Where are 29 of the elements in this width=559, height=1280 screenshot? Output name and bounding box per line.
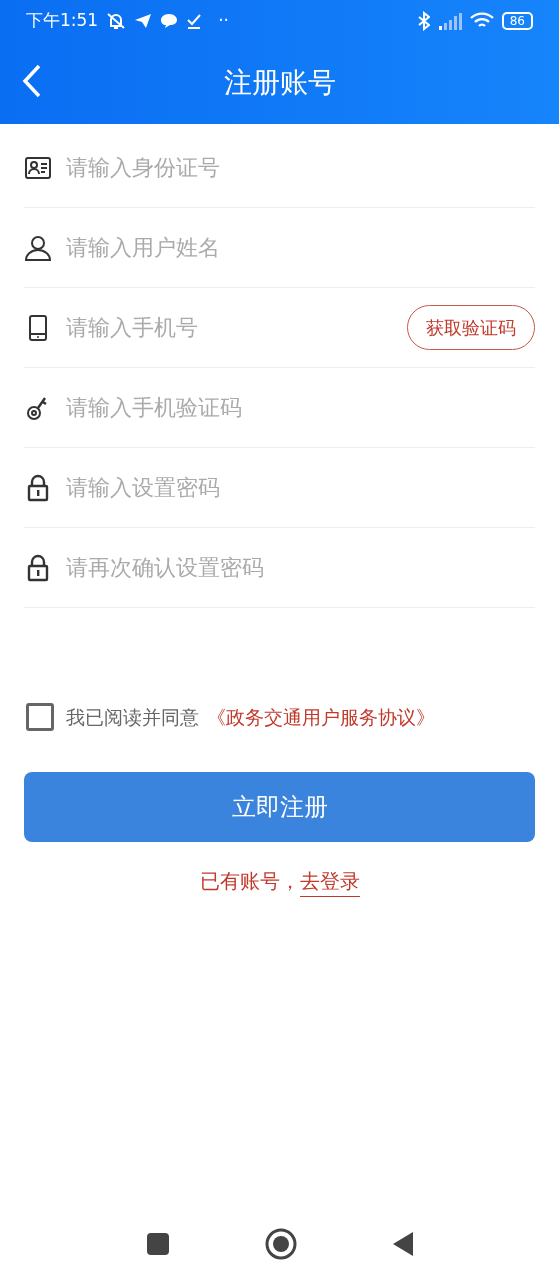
more-dots: ·· [218, 9, 229, 33]
agreement-text: 我已阅读并同意 [66, 705, 199, 730]
input-field[interactable]: 请输入手机验证码 [66, 391, 535, 424]
check-icon [186, 13, 203, 29]
input-field[interactable]: 请输入用户姓名 [66, 231, 535, 264]
back-icon [22, 64, 42, 98]
input-field[interactable]: 请输入手机号 [66, 311, 393, 344]
input-field[interactable]: 请输入身份证号 [66, 151, 535, 184]
battery-level: 86 [501, 12, 533, 30]
get-code-button[interactable]: 获取验证码 [407, 305, 535, 350]
status-time: 下午1:51 [26, 9, 99, 33]
login-prompt: 已有账号， [199, 867, 300, 895]
input-field[interactable]: 请再次确认设置密码 [66, 551, 535, 584]
home-icon[interactable] [264, 1228, 297, 1260]
back-nav-icon[interactable] [391, 1231, 414, 1257]
agreement-link[interactable]: 《政务交通用户服务协议》 [207, 703, 435, 732]
send-icon [134, 13, 153, 29]
person-icon [24, 233, 52, 262]
muted-bell-icon [106, 12, 127, 30]
back-button[interactable] [22, 64, 42, 98]
signal-icon [437, 12, 462, 30]
login-link[interactable]: 去登录 [299, 865, 360, 897]
chat-bubble-icon [160, 13, 179, 29]
agreement-checkbox[interactable] [26, 703, 54, 732]
recent-apps-icon[interactable] [145, 1232, 170, 1256]
bluetooth-icon [417, 11, 430, 31]
register-button[interactable]: 立即注册 [24, 771, 535, 842]
page-title: 注册账号 [223, 65, 336, 101]
input-field[interactable]: 请输入设置密码 [66, 471, 535, 504]
